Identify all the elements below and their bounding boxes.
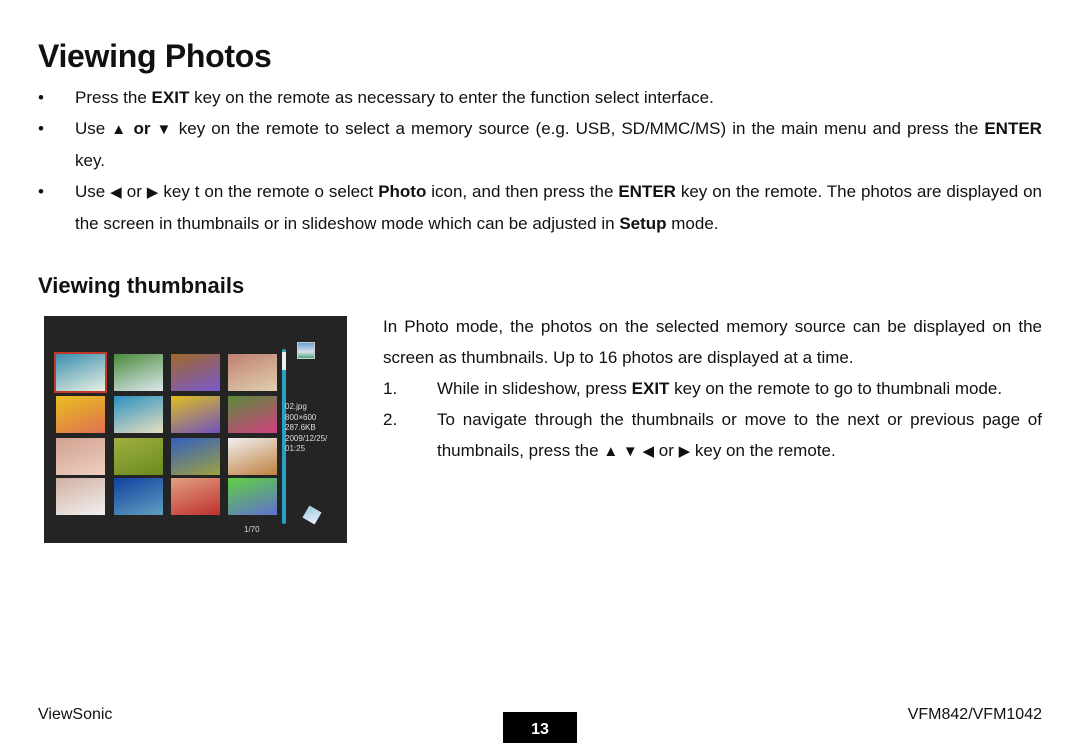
text-segment: EXIT (631, 379, 670, 398)
numbered-step: 1. While in slideshow, press EXIT key on … (383, 373, 1042, 404)
text-segment: key. (75, 151, 105, 170)
photo-thumbnail (114, 438, 163, 475)
bullet-item: • Press the EXIT key on the remote as nec… (38, 82, 1042, 113)
text-segment: Use (75, 119, 112, 138)
down-arrow-icon: ▼ (156, 121, 173, 138)
photo-thumbnail (171, 354, 220, 391)
photo-thumbnail (114, 354, 163, 391)
page-title: Viewing Photos (38, 38, 272, 74)
text-segment: Press the (75, 88, 152, 107)
photo-thumbnail (56, 396, 105, 433)
up-arrow-icon: ▲ (111, 121, 128, 138)
bullet-item: • Use ◀ or ▶ key t on the remote o select… (38, 176, 1042, 239)
text-segment: or (127, 119, 157, 138)
photo-thumbnail (228, 354, 277, 391)
photo-thumbnail (171, 396, 220, 433)
photo-thumbnail (228, 396, 277, 433)
up-arrow-icon: ▲ (603, 443, 619, 460)
text-segment: key on the remote. (690, 441, 836, 460)
text-segment: Setup (619, 214, 667, 233)
text-segment: ENTER (618, 182, 676, 201)
info-time: 01:25 (285, 444, 306, 453)
numbered-step: 2. To navigate through the thumbnails or … (383, 404, 1042, 467)
instruction-list: • Press the EXIT key on the remote as nec… (38, 82, 1042, 239)
bullet-icon: • (38, 88, 44, 107)
info-resolution: 800×600 (285, 412, 317, 422)
footer-model: VFM842/VFM1042 (907, 706, 1042, 723)
down-arrow-icon: ▼ (622, 443, 638, 460)
text-segment: EXIT (151, 88, 190, 107)
text-segment: or (654, 441, 679, 460)
photo-info: 02.jpg 800×600 287.6KB 2009/12/25/ 01:25 (285, 402, 327, 455)
thumbnail-screenshot: 02.jpg 800×600 287.6KB 2009/12/25/ 01:25… (44, 316, 347, 543)
photo-thumbnail (228, 438, 277, 475)
photo-thumbnail (114, 478, 163, 515)
text-segment: key t on the remote o select (158, 182, 379, 201)
photo-thumbnail (56, 478, 105, 515)
info-filename: 02.jpg (285, 402, 307, 411)
text-segment: or (121, 182, 147, 201)
text-segment: key on the remote as necessary to enter … (189, 88, 714, 107)
text-segment: icon, and then press the (426, 182, 619, 201)
intro-text: In Photo mode, the photos on the selecte… (383, 317, 1042, 367)
text-segment: Photo (378, 182, 427, 201)
photo-thumbnail (171, 438, 220, 475)
photo-thumbnail (114, 396, 163, 433)
photo-thumbnail (171, 478, 220, 515)
text-segment: Use (75, 182, 111, 201)
photo-icon (297, 342, 315, 359)
info-size: 287.6KB (285, 423, 316, 432)
left-arrow-icon: ◀ (642, 443, 655, 460)
right-arrow-icon: ▶ (678, 443, 691, 460)
info-date: 2009/12/25/ (285, 433, 328, 443)
memory-card-icon (302, 505, 322, 525)
page-count: 1/70 (244, 525, 260, 534)
section-heading: Viewing thumbnails (38, 273, 245, 298)
text-segment: key on the remote to go to thumbnali mod… (669, 379, 1003, 398)
photo-thumbnail (56, 438, 105, 475)
step-number: 1. (383, 379, 398, 398)
text-segment: ENTER (984, 119, 1042, 138)
text-segment: While in slideshow, press (437, 379, 632, 398)
text-segment: key on the remote to select a memory sou… (172, 119, 985, 138)
footer-brand: ViewSonic (38, 706, 113, 723)
thumbnail-description: In Photo mode, the photos on the selecte… (383, 311, 1042, 467)
scrollbar-thumb (282, 352, 286, 370)
right-arrow-icon: ▶ (146, 184, 159, 201)
photo-thumbnail (228, 478, 277, 515)
photo-thumbnail (54, 352, 107, 393)
left-arrow-icon: ◀ (110, 184, 122, 201)
page-number: 13 (503, 712, 577, 743)
bullet-item: • Use ▲ or ▼ key on the remote to select … (38, 113, 1042, 176)
text-segment: mode. (666, 214, 719, 233)
bullet-icon: • (38, 119, 44, 138)
step-number: 2. (383, 410, 398, 429)
bullet-icon: • (38, 182, 44, 201)
